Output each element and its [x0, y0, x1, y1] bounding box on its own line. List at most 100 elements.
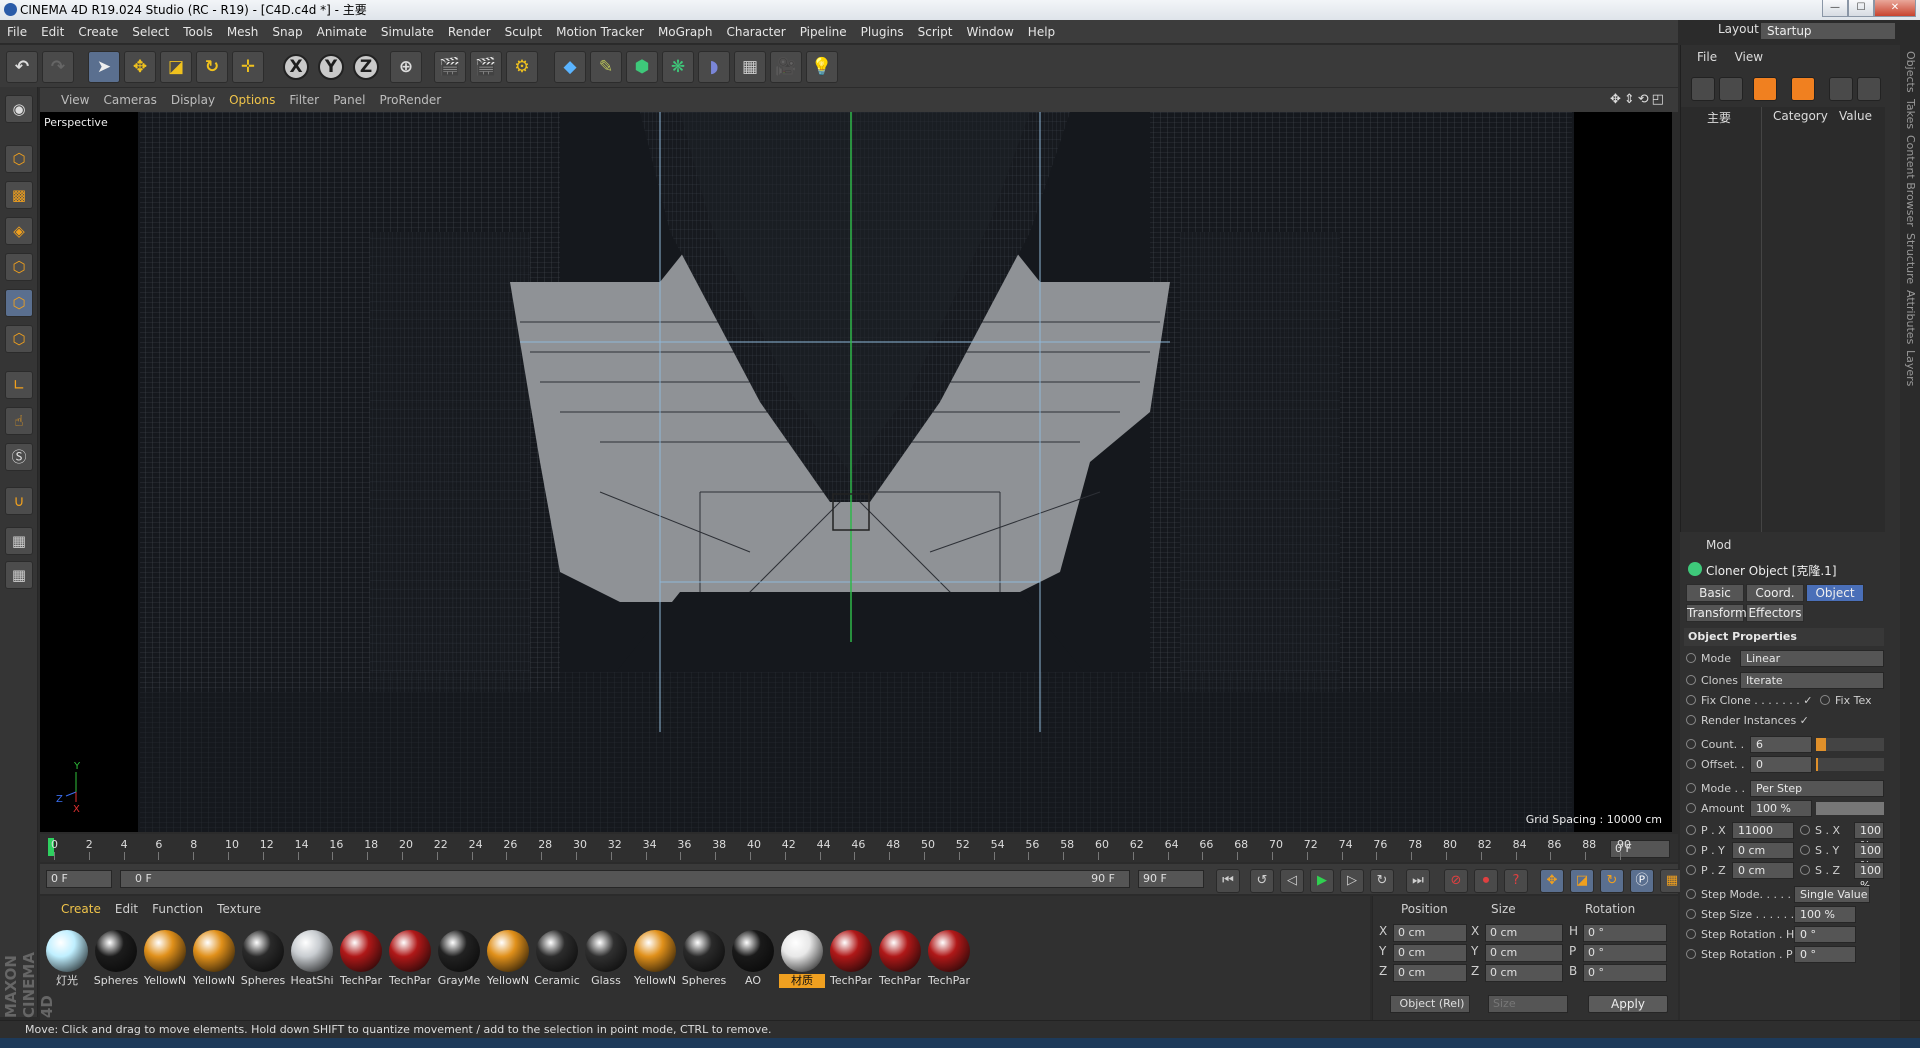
tab-object[interactable]: Object: [1806, 584, 1864, 602]
end-frame-field[interactable]: 90 F: [1138, 870, 1204, 888]
objects-view-menu[interactable]: View: [1728, 45, 1770, 69]
material-swatch[interactable]: 灯光: [44, 928, 90, 990]
edges-mode-icon[interactable]: ⬡: [5, 289, 33, 317]
take-group-icon[interactable]: [1791, 77, 1815, 101]
play-icon[interactable]: ▶: [1310, 869, 1334, 893]
position-input[interactable]: 0 cm: [1393, 924, 1467, 942]
menu-select[interactable]: Select: [125, 20, 176, 44]
redo-icon[interactable]: ↷: [42, 51, 74, 83]
move-tool-icon[interactable]: ✥: [124, 51, 156, 83]
objects-file-menu[interactable]: File: [1681, 45, 1724, 69]
menu-snap[interactable]: Snap: [265, 20, 309, 44]
solo-mode-icon[interactable]: Ⓢ: [5, 443, 33, 471]
material-swatch[interactable]: Spheres: [93, 928, 139, 990]
layout-select[interactable]: Startup: [1760, 22, 1896, 40]
attributes-mode-menu[interactable]: Mod: [1706, 538, 1731, 552]
rotation-input[interactable]: 0 °: [1583, 924, 1667, 942]
pen-spline-icon[interactable]: ✎: [590, 51, 622, 83]
material-menu-edit[interactable]: Edit: [108, 896, 145, 922]
menu-window[interactable]: Window: [959, 20, 1020, 44]
key-rotation-icon[interactable]: ↻: [1600, 869, 1624, 893]
material-swatch[interactable]: Ceramic: [534, 928, 580, 990]
side-tab-layers[interactable]: Layers: [1904, 350, 1917, 386]
record-keys-icon[interactable]: ⊘: [1444, 869, 1468, 893]
mograph-cloner-icon[interactable]: ❋: [662, 51, 694, 83]
menu-help[interactable]: Help: [1021, 20, 1062, 44]
main-take-label[interactable]: 主要: [1707, 109, 1731, 126]
pz-input[interactable]: 0 cm: [1732, 862, 1794, 879]
viewport-menu-prorender[interactable]: ProRender: [372, 88, 448, 112]
goto-end-icon[interactable]: ⏭: [1406, 869, 1430, 893]
take-render-icon[interactable]: [1829, 77, 1853, 101]
autokey-icon[interactable]: ⏺: [1474, 869, 1498, 893]
transform-tool-icon[interactable]: ✛: [232, 51, 264, 83]
material-swatch[interactable]: YellowN: [632, 928, 678, 990]
side-tab-objects[interactable]: Objects: [1904, 51, 1917, 93]
axis-mode-icon[interactable]: ∟: [5, 371, 33, 399]
material-swatch[interactable]: Spheres: [681, 928, 727, 990]
sy-input[interactable]: 100 %: [1854, 842, 1884, 872]
material-swatch[interactable]: YellowN: [142, 928, 188, 990]
material-swatch[interactable]: GrayMe: [436, 928, 482, 990]
material-menu-texture[interactable]: Texture: [210, 896, 268, 922]
menu-pipeline[interactable]: Pipeline: [793, 20, 854, 44]
objects-table[interactable]: 主要 Category Value: [1681, 107, 1885, 567]
tab-transform[interactable]: Transform: [1686, 604, 1747, 622]
material-menu-create[interactable]: Create: [54, 896, 108, 922]
viewport-navigation-icons[interactable]: ✥⇕⟲◰: [1610, 92, 1667, 107]
menu-simulate[interactable]: Simulate: [374, 20, 441, 44]
material-swatch[interactable]: TechPar: [387, 928, 433, 990]
snap-magnet-icon[interactable]: ∪: [5, 487, 33, 515]
viewport-menu-view[interactable]: View: [54, 88, 96, 112]
frame-range-slider[interactable]: 0 F 90 F: [120, 870, 1130, 888]
previous-frame-icon[interactable]: ◁: [1280, 869, 1304, 893]
offset-slider[interactable]: [1816, 758, 1884, 771]
polygons-mode-icon[interactable]: ⬡: [5, 325, 33, 353]
scale-tool-icon[interactable]: ◪: [160, 51, 192, 83]
maxon-logo-icon[interactable]: ◉: [5, 95, 33, 123]
light-icon[interactable]: 💡: [806, 51, 838, 83]
keyframe-selection-icon[interactable]: ?: [1504, 869, 1528, 893]
take-add-icon[interactable]: [1691, 77, 1715, 101]
viewport-menu-cameras[interactable]: Cameras: [96, 88, 163, 112]
key-scale-icon[interactable]: ◪: [1570, 869, 1594, 893]
step-mode-select[interactable]: Single Value: [1794, 886, 1870, 903]
menu-create[interactable]: Create: [71, 20, 125, 44]
size-input[interactable]: 0 cm: [1485, 944, 1563, 962]
step-rotation-p-input[interactable]: 0 °: [1794, 946, 1856, 963]
z-axis-lock-icon[interactable]: Z: [353, 54, 379, 80]
take-lock-icon[interactable]: [1719, 77, 1743, 101]
3d-viewport[interactable]: Perspective Y Z X Grid Spacing: 10000 c…: [40, 112, 1672, 832]
minimize-button[interactable]: —: [1822, 0, 1848, 17]
close-button[interactable]: ✕: [1874, 0, 1916, 17]
viewport-menu-options[interactable]: Options: [222, 88, 282, 112]
count-input[interactable]: 6: [1750, 736, 1812, 753]
viewport-menu-panel[interactable]: Panel: [326, 88, 372, 112]
side-tab-attributes[interactable]: Attributes: [1904, 290, 1917, 344]
material-menu-function[interactable]: Function: [145, 896, 210, 922]
texture-mode-icon[interactable]: ▩: [5, 181, 33, 209]
maximize-button[interactable]: ☐: [1848, 0, 1874, 17]
x-axis-lock-icon[interactable]: X: [283, 54, 309, 80]
py-input[interactable]: 0 cm: [1732, 842, 1794, 859]
grid-snap-icon[interactable]: ▦: [5, 561, 33, 589]
camera-icon[interactable]: 🎥: [770, 51, 802, 83]
tab-basic[interactable]: Basic: [1686, 584, 1744, 602]
floor-icon[interactable]: ▦: [734, 51, 766, 83]
menu-motion-tracker[interactable]: Motion Tracker: [549, 20, 651, 44]
count-slider[interactable]: [1816, 738, 1884, 751]
step-rotation-h-input[interactable]: 0 °: [1794, 926, 1856, 943]
side-tab-structure[interactable]: Structure: [1904, 233, 1917, 284]
points-mode-icon[interactable]: ⬡: [5, 253, 33, 281]
subdivision-icon[interactable]: ⬢: [626, 51, 658, 83]
rotation-input[interactable]: 0 °: [1583, 964, 1667, 982]
tab-effectors[interactable]: Effectors: [1746, 604, 1804, 622]
apply-button[interactable]: Apply: [1588, 995, 1668, 1013]
viewport-menu-filter[interactable]: Filter: [282, 88, 326, 112]
amount-input[interactable]: 100 %: [1750, 800, 1812, 817]
material-swatch[interactable]: TechPar: [877, 928, 923, 990]
position-input[interactable]: 0 cm: [1393, 964, 1467, 982]
start-frame-field[interactable]: 0 F: [46, 870, 112, 888]
material-swatch[interactable]: Glass: [583, 928, 629, 990]
menu-script[interactable]: Script: [911, 20, 960, 44]
